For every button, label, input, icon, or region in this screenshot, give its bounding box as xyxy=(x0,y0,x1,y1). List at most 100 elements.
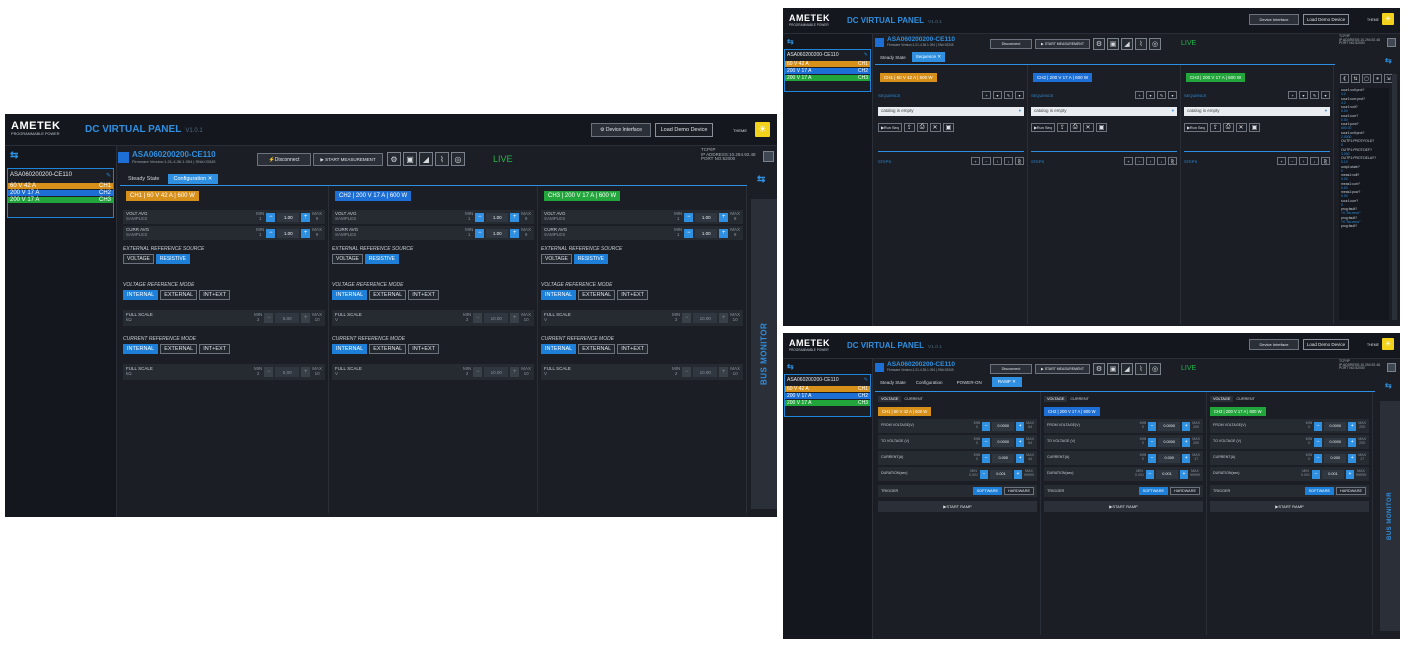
chart-icon[interactable]: ⌇ xyxy=(1135,363,1147,375)
value-field[interactable]: 0.0000 xyxy=(1158,421,1181,431)
start-measurement-button[interactable]: ▶ START MEASUREMENT xyxy=(313,153,383,166)
increment-button[interactable]: + xyxy=(301,313,311,323)
swap-icon[interactable]: ⇆ xyxy=(787,37,794,46)
save-icon[interactable]: ▣ xyxy=(403,152,417,166)
bus-monitor-tab[interactable]: BUS MONITOR xyxy=(1380,401,1400,631)
filter-icon[interactable]: ⇅ xyxy=(1351,74,1360,83)
save-icon[interactable]: ▣ xyxy=(1095,123,1108,132)
dropdown2-icon[interactable]: ▾ xyxy=(1321,91,1330,99)
increment-button[interactable]: + xyxy=(510,228,520,238)
ch1-list-item[interactable]: 60 V 42 A CH1 xyxy=(8,182,113,189)
up-step-icon[interactable]: ↑ xyxy=(993,157,1002,165)
edit-icon[interactable]: ✎ xyxy=(864,52,868,58)
value-field[interactable]: 0.0000 xyxy=(992,421,1015,431)
decrement-button[interactable]: − xyxy=(264,367,274,377)
add-icon[interactable]: + xyxy=(1288,91,1297,99)
increment-button[interactable]: + xyxy=(1016,453,1025,463)
target-icon[interactable]: ◎ xyxy=(1149,363,1161,375)
chart-icon[interactable]: ⌇ xyxy=(1135,38,1147,50)
delete-icon[interactable]: ✕ xyxy=(1082,123,1094,132)
voltage-tab[interactable]: VOLTAGE xyxy=(878,396,902,402)
load-demo-button[interactable]: Load Demo Device xyxy=(655,123,713,137)
ch1-list-item[interactable]: 60 V 42 A CH1 xyxy=(785,60,870,67)
increment-button[interactable]: + xyxy=(1182,453,1191,463)
start-measurement-button[interactable]: ▶ START MEASUREMENT xyxy=(1035,364,1090,374)
print-icon[interactable]: ⎙ xyxy=(1069,123,1081,132)
edit-icon[interactable]: ✎ xyxy=(1157,91,1166,99)
down-step-icon[interactable]: ↓ xyxy=(1310,157,1319,165)
increment-button[interactable]: + xyxy=(510,313,520,323)
theme-sun-icon[interactable]: ☀ xyxy=(755,122,770,137)
remove-step-icon[interactable]: − xyxy=(1135,157,1144,165)
value-field[interactable]: 0.001 xyxy=(1322,469,1344,479)
dropdown-icon[interactable]: ▾ xyxy=(1299,91,1308,99)
increment-button[interactable]: + xyxy=(719,228,729,238)
load-demo-button[interactable]: Load Demo Device xyxy=(1303,14,1349,25)
decrement-button[interactable]: − xyxy=(475,228,485,238)
catalog-select[interactable]: catalog is empty ▾ xyxy=(1184,107,1330,116)
increment-button[interactable]: + xyxy=(510,367,520,377)
value-field[interactable]: 1.00 xyxy=(695,212,718,222)
run-seq-button[interactable]: ▶ Run Seq xyxy=(1031,123,1055,132)
swap-right-icon[interactable]: ⇆ xyxy=(757,174,765,185)
device-box[interactable]: ASA060200200-CE110 ✎ 60 V 42 A CH1 200 V 1… xyxy=(784,49,871,92)
value-field[interactable]: 5.00 xyxy=(275,313,300,323)
value-field[interactable]: 1.00 xyxy=(695,228,718,238)
software-option[interactable]: SOFTWARE xyxy=(972,487,1002,495)
tab-ramp[interactable]: RAMP ✕ xyxy=(991,377,1022,387)
decrement-button[interactable]: − xyxy=(475,212,485,222)
edit-icon[interactable]: ✎ xyxy=(1004,91,1013,99)
value-field[interactable]: 0.0000 xyxy=(992,437,1015,447)
print-icon[interactable]: ⎙ xyxy=(1222,123,1234,132)
int-ext-option[interactable]: INT+EXT xyxy=(408,344,440,354)
increment-button[interactable]: + xyxy=(719,313,729,323)
increment-button[interactable]: + xyxy=(1016,421,1025,431)
add-step-icon[interactable]: + xyxy=(1277,157,1286,165)
edit-icon[interactable]: ✎ xyxy=(864,377,868,383)
increment-button[interactable]: + xyxy=(1182,437,1191,447)
dropdown-icon[interactable]: ▾ xyxy=(993,91,1002,99)
edit-icon[interactable]: ✎ xyxy=(1310,91,1319,99)
decrement-button[interactable]: − xyxy=(1314,421,1323,431)
increment-button[interactable]: + xyxy=(1016,437,1025,447)
start-ramp-button[interactable]: ▶ START RAMP xyxy=(878,501,1037,512)
device-box[interactable]: ASA060200200-CE110 ✎ 60 V 42 A CH1 200 V 1… xyxy=(784,374,871,417)
save-icon[interactable]: ▣ xyxy=(1248,123,1261,132)
disconnect-button[interactable]: Disconnect xyxy=(990,364,1032,374)
current-tab[interactable]: CURRENT xyxy=(1233,396,1258,402)
voltage-tab[interactable]: VOLTAGE xyxy=(1210,396,1234,402)
down-step-icon[interactable]: ↓ xyxy=(1004,157,1013,165)
decrement-button[interactable]: − xyxy=(1314,437,1323,447)
value-field[interactable]: 10.00 xyxy=(484,367,509,377)
down-step-icon[interactable]: ↓ xyxy=(1157,157,1166,165)
remove-step-icon[interactable]: − xyxy=(982,157,991,165)
ch3-list-item[interactable]: 200 V 17 A CH3 xyxy=(8,196,113,203)
device-box[interactable]: ASA060200200-CE110 ✎ 60 V 42 A CH1 200 V 1… xyxy=(7,168,114,218)
increment-button[interactable]: + xyxy=(1182,421,1191,431)
theme-sun-icon[interactable]: ☀ xyxy=(1382,13,1394,25)
save-icon[interactable]: ▣ xyxy=(942,123,955,132)
decrement-button[interactable]: − xyxy=(1314,453,1323,463)
save-icon[interactable]: ▣ xyxy=(1107,38,1119,50)
increment-button[interactable]: + xyxy=(1348,437,1357,447)
dropdown-icon[interactable]: ▾ xyxy=(1146,91,1155,99)
ch3-list-item[interactable]: 200 V 17 A CH3 xyxy=(785,399,870,406)
decrement-button[interactable]: − xyxy=(684,212,694,222)
increment-button[interactable]: + xyxy=(1180,469,1188,479)
external-option[interactable]: EXTERNAL xyxy=(578,290,616,300)
signal-icon[interactable]: ◢ xyxy=(1121,38,1133,50)
dropdown2-icon[interactable]: ▾ xyxy=(1168,91,1177,99)
external-option[interactable]: EXTERNAL xyxy=(578,344,616,354)
tab-power-on[interactable]: POWER-ON xyxy=(949,378,990,387)
upload-icon[interactable]: ⇪ xyxy=(1056,123,1068,132)
decrement-button[interactable]: − xyxy=(266,228,276,238)
ch2-list-item[interactable]: 200 V 17 A CH2 xyxy=(785,67,870,74)
tab-steady-state[interactable]: Steady State xyxy=(876,53,910,62)
signal-icon[interactable]: ◢ xyxy=(1121,363,1133,375)
decrement-button[interactable]: − xyxy=(1312,469,1320,479)
tab-steady-state[interactable]: Steady State xyxy=(876,378,910,387)
upload-icon[interactable]: ⇪ xyxy=(903,123,915,132)
bus-monitor-scrollbar[interactable] xyxy=(1392,74,1397,320)
int-ext-option[interactable]: INT+EXT xyxy=(199,344,231,354)
pause-icon[interactable]: ⏸ xyxy=(1373,74,1382,83)
